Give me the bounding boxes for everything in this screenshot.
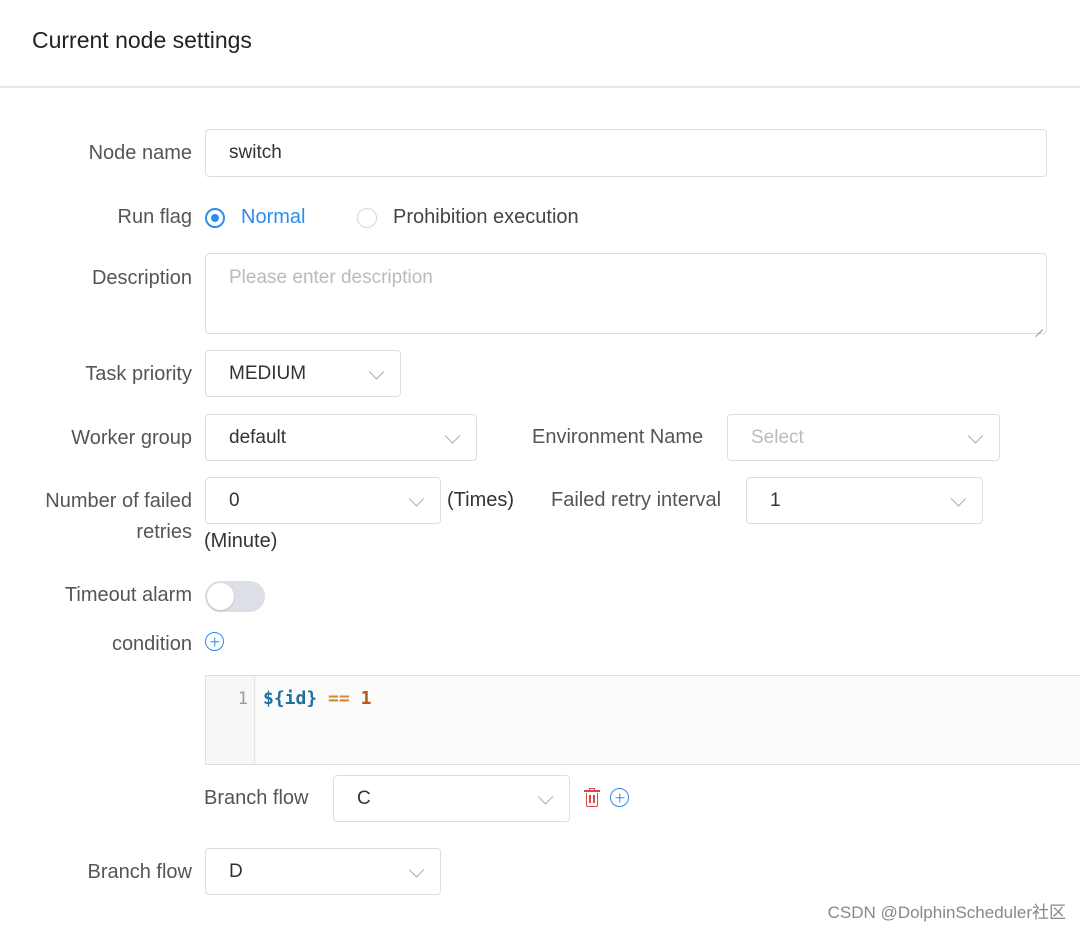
trash-icon[interactable] xyxy=(584,788,600,808)
editor-gutter: 1 xyxy=(206,676,255,764)
editor-code-area[interactable]: ${id} == 1 xyxy=(256,676,1080,764)
run-flag-normal-radio[interactable]: Normal xyxy=(205,206,305,229)
run-flag-prohibition-radio[interactable]: Prohibition execution xyxy=(357,206,579,229)
resize-handle-icon[interactable] xyxy=(1033,320,1043,330)
failed-retries-select[interactable]: 0 xyxy=(205,477,441,524)
worker-group-label: Worker group xyxy=(71,427,192,449)
timeout-alarm-toggle[interactable] xyxy=(205,581,265,612)
toggle-knob xyxy=(207,583,234,610)
add-condition-plus-icon[interactable] xyxy=(205,632,224,651)
branch-flow-select[interactable]: D xyxy=(205,848,441,895)
chevron-down-icon xyxy=(537,788,554,805)
branch-flow-inner-value: C xyxy=(357,787,371,809)
environment-select[interactable]: Select xyxy=(727,414,1000,461)
run-flag-prohibition-label: Prohibition execution xyxy=(393,206,579,228)
condition-label: condition xyxy=(111,633,192,655)
retry-interval-value: 1 xyxy=(770,489,781,511)
node-name-input[interactable]: switch xyxy=(205,129,1047,177)
radio-checked-icon xyxy=(205,207,225,228)
retry-interval-suffix: (Minute) xyxy=(204,530,278,552)
code-token-number: 1 xyxy=(360,688,372,709)
watermark: CSDN @DolphinScheduler社区 xyxy=(827,903,1066,922)
environment-label: Environment Name xyxy=(532,426,704,448)
chevron-down-icon xyxy=(444,427,461,444)
retry-interval-label: Failed retry interval xyxy=(551,489,722,511)
environment-placeholder: Select xyxy=(751,426,804,448)
description-placeholder: Please enter description xyxy=(229,267,433,288)
branch-flow-inner-label: Branch flow xyxy=(204,787,309,809)
chevron-down-icon xyxy=(368,363,385,380)
branch-flow-inner-select[interactable]: C xyxy=(333,775,570,822)
chevron-down-icon xyxy=(408,490,425,507)
line-number: 1 xyxy=(237,689,248,709)
timeout-alarm-label: Timeout alarm xyxy=(64,584,192,606)
branch-flow-value: D xyxy=(229,860,243,882)
failed-retries-suffix: (Times) xyxy=(447,489,515,511)
condition-code-editor[interactable]: 1 ${id} == 1 xyxy=(205,675,1080,765)
description-label: Description xyxy=(91,267,192,289)
chevron-down-icon xyxy=(408,861,425,878)
failed-retries-label-line2: retries xyxy=(136,521,192,543)
failed-retries-label-line1: Number of failed xyxy=(45,490,192,512)
chevron-down-icon xyxy=(967,427,984,444)
chevron-down-icon xyxy=(950,490,967,507)
worker-group-value: default xyxy=(229,426,287,448)
node-name-value: switch xyxy=(229,142,282,163)
retry-interval-select[interactable]: 1 xyxy=(746,477,983,524)
task-priority-label: Task priority xyxy=(85,363,192,385)
radio-unchecked-icon xyxy=(357,207,377,228)
branch-flow-label: Branch flow xyxy=(87,861,193,883)
description-textarea[interactable]: Please enter description xyxy=(205,253,1047,334)
add-branch-plus-icon[interactable] xyxy=(610,788,629,807)
worker-group-select[interactable]: default xyxy=(205,414,477,461)
panel-header: Current node settings xyxy=(0,0,1080,88)
failed-retries-value: 0 xyxy=(229,489,240,511)
task-priority-select[interactable]: MEDIUM xyxy=(205,350,401,397)
node-name-label: Node name xyxy=(88,142,192,164)
run-flag-normal-label: Normal xyxy=(241,206,306,228)
code-token-operator: == xyxy=(328,688,350,709)
code-line: ${id} == 1 xyxy=(263,688,371,709)
task-priority-value: MEDIUM xyxy=(229,362,307,384)
run-flag-label: Run flag xyxy=(117,206,193,228)
panel-title: Current node settings xyxy=(32,27,252,53)
code-token-variable: ${id} xyxy=(263,688,318,709)
